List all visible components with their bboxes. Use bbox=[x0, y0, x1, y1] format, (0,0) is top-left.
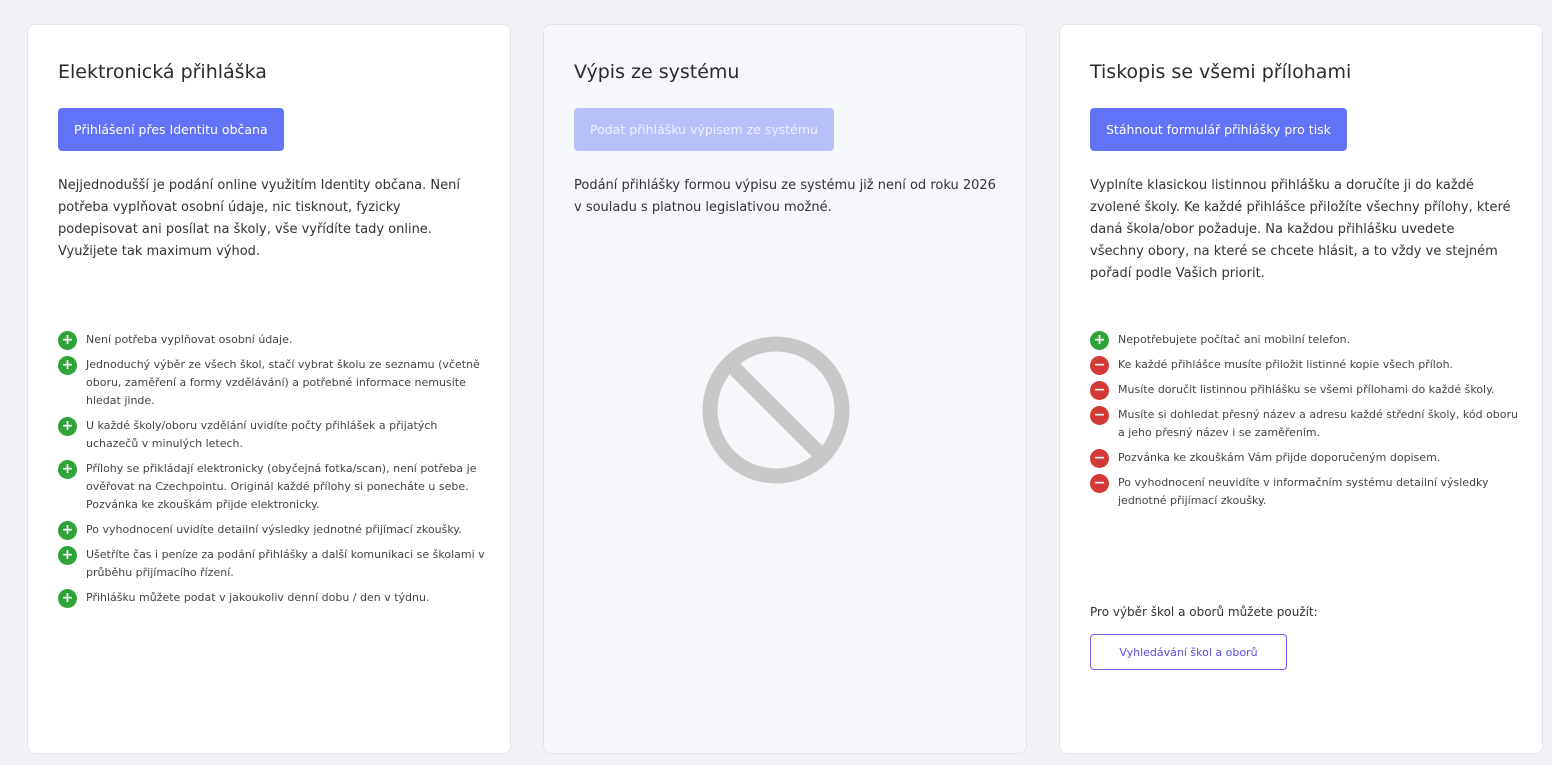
card-description: Podání přihlášky formou výpisu ze systém… bbox=[574, 178, 996, 215]
plus-icon: + bbox=[58, 460, 77, 479]
plus-icon: + bbox=[58, 546, 77, 565]
plus-icon: + bbox=[1090, 331, 1109, 350]
card-print-form: Tiskopis se všemi přílohami Stáhnout for… bbox=[1059, 24, 1543, 754]
login-identity-button[interactable]: Přihlášení přes Identitu občana bbox=[58, 108, 284, 151]
card-title: Výpis ze systému bbox=[574, 61, 740, 83]
list-item: + Jednoduchý výběr ze všech škol, stačí v… bbox=[58, 356, 490, 410]
list-item: + Přílohy se přikládají elektronicky (oby… bbox=[58, 460, 490, 514]
card-description: Vyplníte klasickou listinnou přihlášku a… bbox=[1090, 178, 1511, 281]
list-item: + Ušetříte čas i peníze za podání přihláš… bbox=[58, 546, 490, 582]
minus-icon: − bbox=[1090, 356, 1109, 375]
blocked-icon bbox=[702, 336, 850, 484]
plus-icon: + bbox=[58, 417, 77, 436]
list-item: − Musíte doručit listinnou přihlášku se v… bbox=[1090, 381, 1522, 400]
list-item: + Po vyhodnocení uvidíte detailní výsledk… bbox=[58, 521, 490, 540]
list-item: − Ke každé přihlášce musíte přiložit list… bbox=[1090, 356, 1522, 375]
list-item: − Musíte si dohledat přesný název a adres… bbox=[1090, 406, 1522, 442]
feature-list: + Není potřeba vyplňovat osobní údaje. + J… bbox=[58, 331, 490, 614]
list-item: + Přihlášku můžete podat v jakoukoliv den… bbox=[58, 589, 490, 608]
minus-icon: − bbox=[1090, 406, 1109, 425]
minus-icon: − bbox=[1090, 381, 1109, 400]
card-title: Elektronická přihláška bbox=[58, 61, 267, 83]
submit-extract-button: Podat přihlášku výpisem ze systému bbox=[574, 108, 834, 151]
list-item: − Pozvánka ke zkouškám Vám přijde doporuč… bbox=[1090, 449, 1522, 468]
plus-icon: + bbox=[58, 356, 77, 375]
list-item: + Nepotřebujete počítač ani mobilní telef… bbox=[1090, 331, 1522, 350]
minus-icon: − bbox=[1090, 449, 1109, 468]
card-description: Nejjednodušší je podání online využitím … bbox=[58, 178, 460, 259]
page: Elektronická přihláška Přihlášení přes I… bbox=[0, 0, 1552, 765]
list-item: + Není potřeba vyplňovat osobní údaje. bbox=[58, 331, 490, 350]
card-system-extract: Výpis ze systému Podat přihlášku výpisem… bbox=[543, 24, 1027, 754]
card-electronic-application: Elektronická přihláška Přihlášení přes I… bbox=[27, 24, 511, 754]
school-search-button[interactable]: Vyhledávání škol a oborů bbox=[1090, 634, 1287, 670]
plus-icon: + bbox=[58, 331, 77, 350]
plus-icon: + bbox=[58, 589, 77, 608]
list-item: − Po vyhodnocení neuvidíte v informačním … bbox=[1090, 474, 1522, 510]
list-item: + U každé školy/oboru vzdělání uvidíte po… bbox=[58, 417, 490, 453]
download-form-button[interactable]: Stáhnout formulář přihlášky pro tisk bbox=[1090, 108, 1347, 151]
search-hint: Pro výběr škol a oborů můžete použít: bbox=[1090, 605, 1318, 619]
minus-icon: − bbox=[1090, 474, 1109, 493]
feature-list: + Nepotřebujete počítač ani mobilní telef… bbox=[1090, 331, 1522, 517]
plus-icon: + bbox=[58, 521, 77, 540]
card-title: Tiskopis se všemi přílohami bbox=[1090, 61, 1352, 83]
